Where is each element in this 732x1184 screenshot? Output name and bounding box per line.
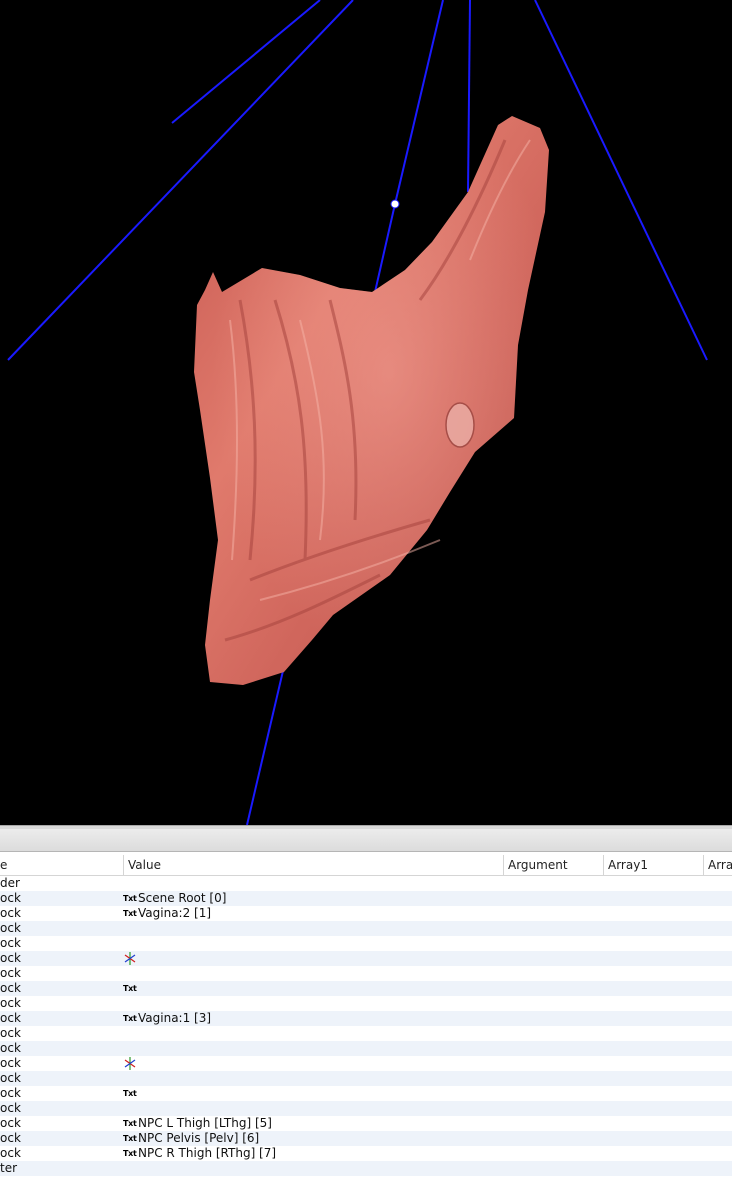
block-type-cell: ock: [0, 1026, 21, 1040]
text-icon: Txt: [123, 1149, 137, 1158]
block-type-cell: ock: [0, 951, 21, 965]
block-type-cell: ock: [0, 1086, 21, 1100]
value-cell[interactable]: Txt: [123, 981, 503, 996]
table-row[interactable]: ock: [0, 1026, 732, 1041]
table-row[interactable]: ock TxtScene Root [0]: [0, 891, 732, 906]
block-type-cell: ter: [0, 1161, 18, 1175]
value-cell[interactable]: TxtNPC L Thigh [LThg] [5]: [123, 1116, 503, 1131]
block-type-cell: ock: [0, 1116, 21, 1130]
block-type-cell: ock: [0, 1101, 21, 1115]
column-header-name[interactable]: e: [0, 855, 123, 875]
block-type-cell: ock: [0, 891, 21, 905]
table-row[interactable]: ock: [0, 996, 732, 1011]
block-type-cell: ock: [0, 1041, 21, 1055]
block-list-toolbar: [0, 829, 732, 852]
value-cell[interactable]: TxtVagina:2 [1]: [123, 906, 503, 921]
block-type-cell: ock: [0, 921, 21, 935]
value-cell[interactable]: [123, 1056, 503, 1071]
value-text: NPC L Thigh [LThg] [5]: [138, 1116, 272, 1130]
text-icon: Txt: [123, 909, 137, 918]
table-row[interactable]: ock: [0, 951, 732, 966]
mesh-model[interactable]: [194, 116, 549, 685]
table-row[interactable]: ock Txt: [0, 1086, 732, 1101]
text-icon: Txt: [123, 894, 137, 903]
block-type-cell: ock: [0, 1131, 21, 1145]
table-row[interactable]: ock: [0, 1071, 732, 1086]
value-cell[interactable]: TxtNPC Pelvis [Pelv] [6]: [123, 1131, 503, 1146]
render-canvas: [7, 0, 708, 825]
block-type-cell: ock: [0, 1071, 21, 1085]
selected-bone-node[interactable]: [390, 199, 400, 209]
text-icon: Txt: [123, 1014, 137, 1023]
table-row[interactable]: ter: [0, 1161, 732, 1176]
block-type-cell: ock: [0, 981, 21, 995]
value-cell[interactable]: TxtVagina:1 [3]: [123, 1011, 503, 1026]
value-cell[interactable]: [123, 951, 503, 966]
table-row[interactable]: ock TxtVagina:2 [1]: [0, 906, 732, 921]
column-header-array1[interactable]: Array1: [603, 855, 703, 875]
table-row[interactable]: ock: [0, 921, 732, 936]
value-cell[interactable]: TxtScene Root [0]: [123, 891, 503, 906]
table-header: e Value Argument Array1 Array: [0, 855, 732, 876]
table-row[interactable]: ock: [0, 936, 732, 951]
table-row[interactable]: ock: [0, 1056, 732, 1071]
value-text: Vagina:2 [1]: [138, 906, 212, 920]
table-row[interactable]: ock TxtNPC R Thigh [RThg] [7]: [0, 1146, 732, 1161]
block-type-cell: ock: [0, 1146, 21, 1160]
value-text: NPC Pelvis [Pelv] [6]: [138, 1131, 260, 1145]
value-cell[interactable]: TxtNPC R Thigh [RThg] [7]: [123, 1146, 503, 1161]
value-cell[interactable]: Txt: [123, 1086, 503, 1101]
table-row[interactable]: ock: [0, 966, 732, 981]
value-text: Vagina:1 [3]: [138, 1011, 212, 1025]
table-row[interactable]: ock: [0, 1041, 732, 1056]
bone-line: [171, 0, 321, 124]
block-type-cell: ock: [0, 936, 21, 950]
axis-icon: [123, 1056, 138, 1071]
column-header-array2[interactable]: Array: [703, 855, 732, 875]
table-row[interactable]: der: [0, 876, 732, 891]
table-rows: der ock TxtScene Root [0] ock TxtVagina:2 [1…: [0, 876, 732, 1176]
block-type-cell: ock: [0, 996, 21, 1010]
3d-viewport[interactable]: [0, 0, 732, 825]
block-type-cell: ock: [0, 906, 21, 920]
bone-line: [394, 0, 444, 205]
table-row[interactable]: ock TxtNPC Pelvis [Pelv] [6]: [0, 1131, 732, 1146]
block-type-cell: ock: [0, 1056, 21, 1070]
block-type-cell: der: [0, 876, 20, 890]
table-row[interactable]: ock Txt: [0, 981, 732, 996]
text-icon: Txt: [123, 1119, 137, 1128]
table-row[interactable]: ock TxtNPC L Thigh [LThg] [5]: [0, 1116, 732, 1131]
block-details-table: e Value Argument Array1 Array derockTxtS…: [0, 852, 732, 1184]
block-type-cell: ock: [0, 1011, 21, 1025]
text-icon: Txt: [123, 1089, 137, 1098]
column-header-argument[interactable]: Argument: [503, 855, 603, 875]
bone-line: [534, 0, 708, 361]
block-type-cell: ock: [0, 966, 21, 980]
value-text: NPC R Thigh [RThg] [7]: [138, 1146, 277, 1160]
value-text: Scene Root [0]: [138, 891, 227, 905]
table-row[interactable]: ock TxtVagina:1 [3]: [0, 1011, 732, 1026]
text-icon: Txt: [123, 984, 137, 993]
text-icon: Txt: [123, 1134, 137, 1143]
bone-line: [467, 0, 471, 193]
table-row[interactable]: ock: [0, 1101, 732, 1116]
column-header-value[interactable]: Value: [123, 855, 503, 875]
axis-icon: [123, 951, 138, 966]
